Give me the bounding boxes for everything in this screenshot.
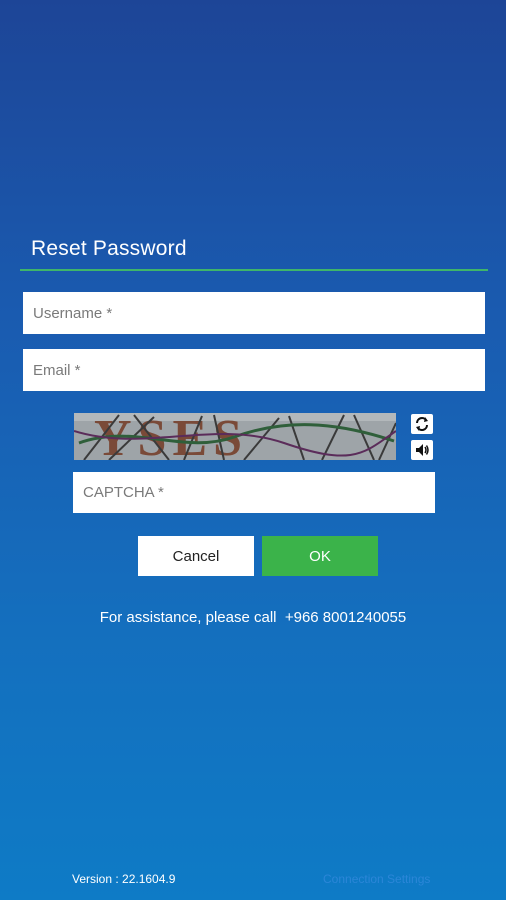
ok-button[interactable]: OK <box>262 536 378 576</box>
refresh-captcha-button[interactable] <box>411 414 433 434</box>
speaker-icon <box>416 444 429 456</box>
page-title: Reset Password <box>31 237 187 260</box>
refresh-icon <box>416 417 428 431</box>
title-divider <box>20 269 488 271</box>
assistance-text: For assistance, please call +966 8001240… <box>99 609 407 626</box>
email-input[interactable] <box>23 349 485 391</box>
version-label: Version : 22.1604.9 <box>72 872 176 886</box>
connection-settings-link[interactable]: Connection Settings <box>323 872 430 886</box>
captcha-graphic: YSES <box>74 413 396 460</box>
cancel-button[interactable]: Cancel <box>138 536 254 576</box>
audio-captcha-button[interactable] <box>411 440 433 460</box>
captcha-image: YSES <box>74 413 396 460</box>
username-input[interactable] <box>23 292 485 334</box>
captcha-input[interactable] <box>73 472 435 513</box>
